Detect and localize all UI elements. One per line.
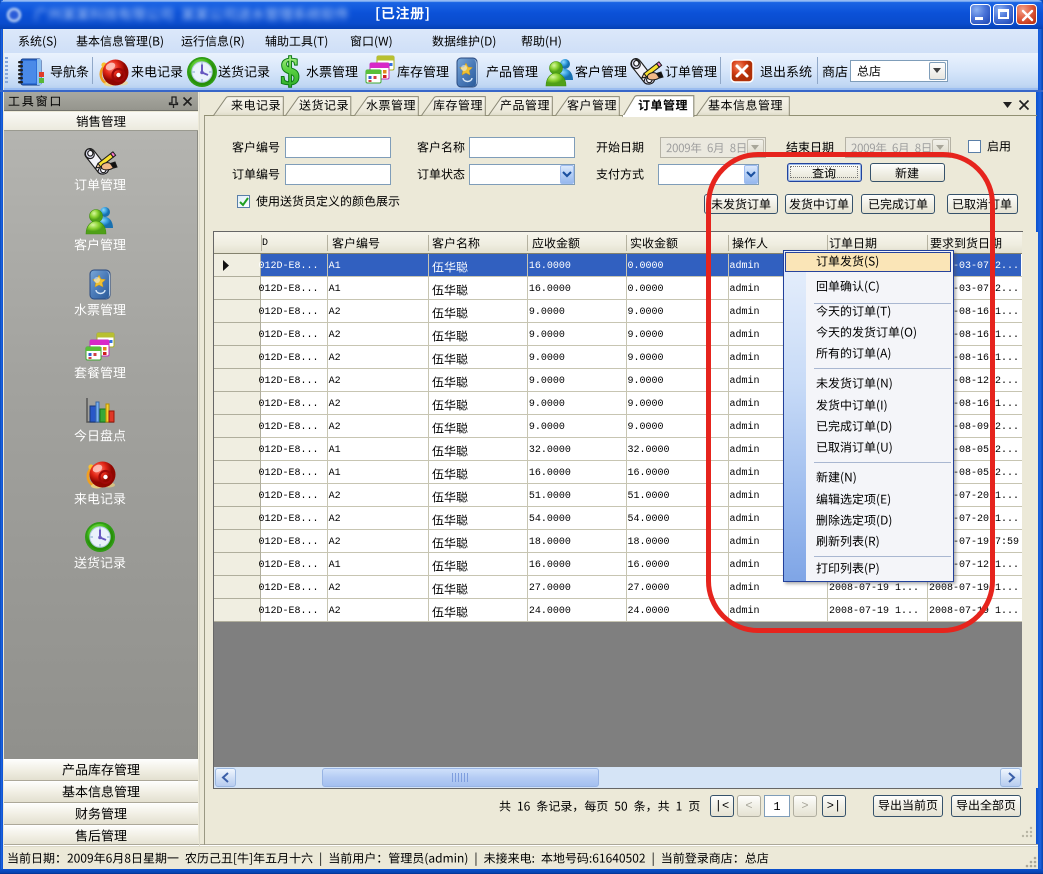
svg-text:$: $ — [281, 51, 300, 93]
